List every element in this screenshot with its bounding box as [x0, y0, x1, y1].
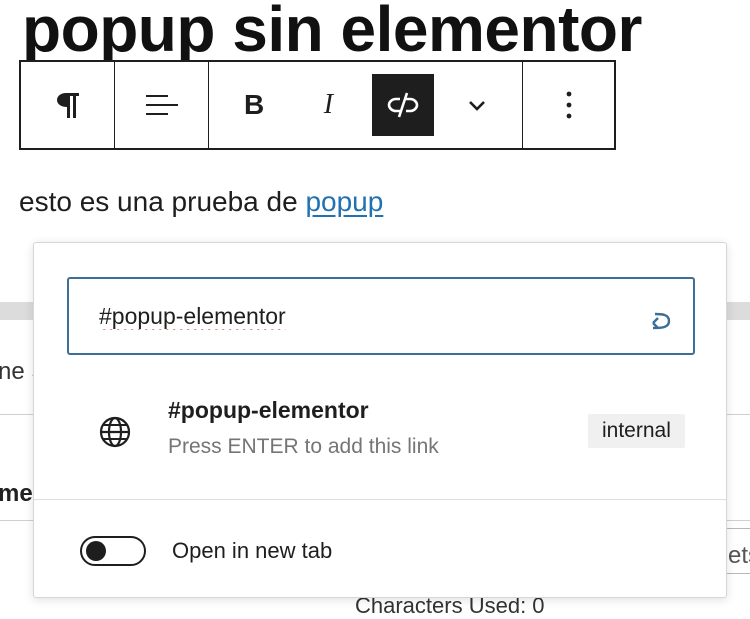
more-formats-button[interactable]	[446, 74, 508, 136]
enter-icon[interactable]	[641, 301, 675, 335]
toggle-knob	[86, 541, 106, 561]
url-field	[67, 277, 695, 355]
unlink-button[interactable]	[371, 74, 434, 136]
format-group: B I	[209, 62, 523, 148]
post-paragraph[interactable]: esto es una prueba de popup	[19, 186, 383, 218]
block-type-group	[21, 62, 115, 148]
popover-divider	[34, 499, 726, 500]
options-button[interactable]	[538, 74, 600, 136]
align-button[interactable]	[131, 74, 193, 136]
more-vertical-icon	[566, 91, 571, 119]
chevron-down-icon	[468, 101, 485, 111]
paragraph-block-button[interactable]	[37, 74, 99, 136]
suggestion-type-badge: internal	[588, 414, 685, 448]
bold-button[interactable]: B	[223, 74, 285, 136]
background-fragment-text: me	[0, 480, 33, 507]
open-in-new-tab-toggle[interactable]	[80, 536, 146, 566]
italic-button[interactable]: I	[297, 74, 359, 136]
link-suggestion-item[interactable]: #popup-elementor Press ENTER to add this…	[68, 379, 696, 479]
unlink-icon	[387, 92, 418, 118]
options-group	[523, 62, 614, 148]
pilcrow-icon	[56, 93, 79, 118]
block-toolbar: B I	[19, 60, 616, 150]
paragraph-link[interactable]: popup	[305, 186, 383, 217]
url-input[interactable]	[99, 299, 619, 333]
link-popover: #popup-elementor Press ENTER to add this…	[33, 242, 727, 598]
background-fragment-text: ets	[728, 542, 750, 569]
open-in-new-tab-setting: Open in new tab	[80, 521, 332, 581]
paragraph-text: esto es una prueba de	[19, 186, 306, 217]
alignment-group	[115, 62, 209, 148]
open-in-new-tab-label[interactable]: Open in new tab	[172, 538, 332, 564]
suggestion-title: #popup-elementor	[168, 397, 369, 423]
suggestion-hint: Press ENTER to add this link	[168, 435, 439, 458]
bold-label: B	[244, 89, 265, 120]
align-icon	[145, 95, 178, 115]
italic-label: I	[323, 89, 334, 120]
globe-icon	[99, 416, 131, 448]
